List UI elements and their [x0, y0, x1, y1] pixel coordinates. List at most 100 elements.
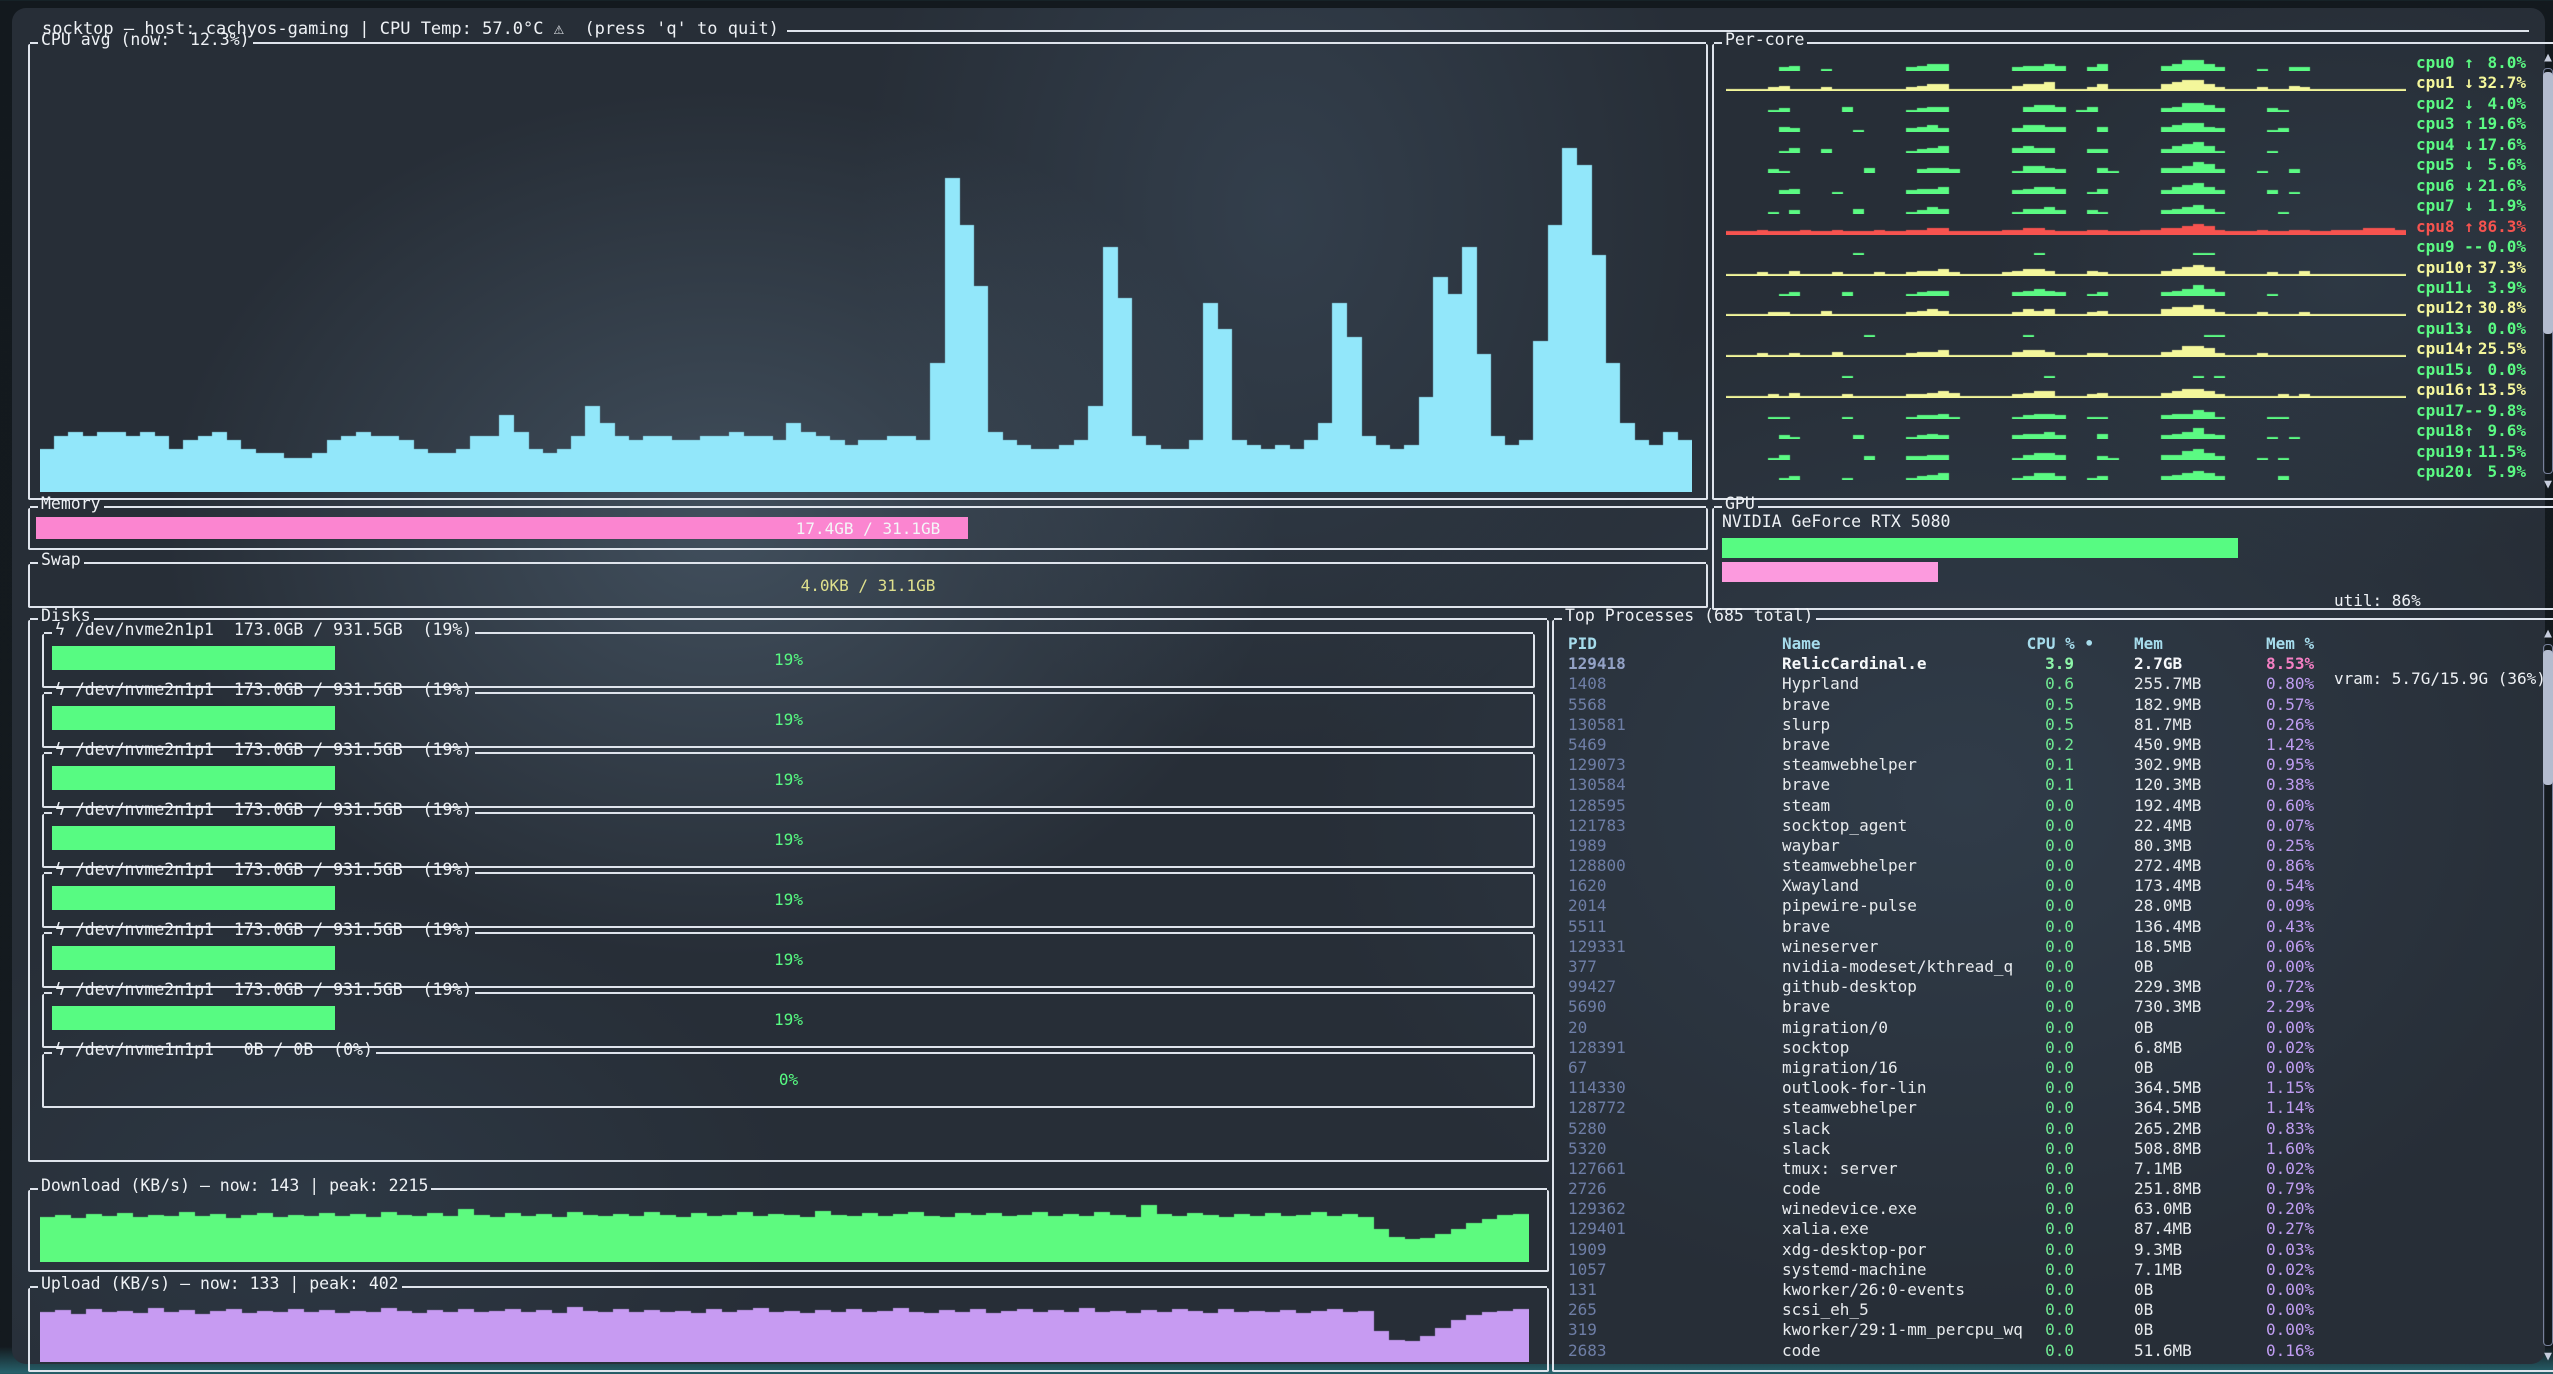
process-row[interactable]: 5469 brave 0.2 450.9MB 1.42%	[1554, 735, 2535, 755]
process-name: steamwebhelper	[1782, 1098, 1917, 1118]
per-core-row: cpu15↓ 0.0%	[1726, 359, 2526, 379]
header-pid[interactable]: PID	[1568, 634, 1678, 654]
process-row[interactable]: 5280 slack 0.0 265.2MB 0.83%	[1554, 1119, 2535, 1139]
per-core-scrollbar[interactable]: ▲ ▼	[2541, 50, 2553, 492]
per-core-row: cpu4 ↓ 17.6%	[1726, 134, 2526, 154]
process-row[interactable]: 265 scsi_eh_5 0.0 0B 0.00%	[1554, 1300, 2535, 1320]
disk-item: ϟ /dev/nvme2n1p1 173.0GB / 931.5GB (19%)…	[42, 694, 1535, 748]
process-cpu: 0.0	[1954, 1240, 2094, 1260]
scrollbar-thumb[interactable]	[2543, 650, 2553, 785]
process-row[interactable]: 128800 steamwebhelper 0.0 272.4MB 0.86%	[1554, 856, 2535, 876]
process-mem: 364.5MB	[2134, 1078, 2201, 1098]
process-name: slack	[1782, 1139, 1830, 1159]
process-row[interactable]: 114330 outlook-for-lin 0.0 364.5MB 1.15%	[1554, 1078, 2535, 1098]
process-mem: 229.3MB	[2134, 977, 2201, 997]
header-memp[interactable]: Mem %	[2266, 634, 2314, 654]
header-mem[interactable]: Mem	[2134, 634, 2163, 654]
process-memp: 0.54%	[2266, 876, 2314, 896]
core-spark-chart	[1726, 218, 2406, 235]
process-pid: 5320	[1568, 1139, 1678, 1159]
process-memp: 0.00%	[2266, 1018, 2314, 1038]
scrollbar-thumb[interactable]	[2543, 72, 2553, 334]
process-row[interactable]: 67 migration/16 0.0 0B 0.00%	[1554, 1058, 2535, 1078]
process-cpu: 0.0	[1954, 856, 2094, 876]
process-row[interactable]: 131 kworker/26:0-events 0.0 0B 0.00%	[1554, 1280, 2535, 1300]
disks-panel: Disks ϟ /dev/nvme2n1p1 173.0GB / 931.5GB…	[28, 620, 1549, 1162]
disk-item: ϟ /dev/nvme2n1p1 173.0GB / 931.5GB (19%)…	[42, 994, 1535, 1048]
process-row[interactable]: 319 kworker/29:1-mm_percpu_wq 0.0 0B 0.0…	[1554, 1320, 2535, 1340]
process-memp: 0.86%	[2266, 856, 2314, 876]
process-row[interactable]: 129401 xalia.exe 0.0 87.4MB 0.27%	[1554, 1219, 2535, 1239]
process-row[interactable]: 2683 code 0.0 51.6MB 0.16%	[1554, 1341, 2535, 1361]
process-mem: 0B	[2134, 1320, 2153, 1340]
disk-item: ϟ /dev/nvme1n1p1 0B / 0B (0%) 0%	[42, 1054, 1535, 1108]
process-row[interactable]: 5320 slack 0.0 508.8MB 1.60%	[1554, 1139, 2535, 1159]
process-row[interactable]: 130581 slurp 0.5 81.7MB 0.26%	[1554, 715, 2535, 735]
upload-title: Upload (KB/s) — now: 133 | peak: 402	[38, 1280, 402, 1293]
process-cpu: 3.9	[1954, 654, 2094, 674]
process-row[interactable]: 128391 socktop 0.0 6.8MB 0.02%	[1554, 1038, 2535, 1058]
header-name[interactable]: Name	[1782, 634, 1821, 654]
process-row[interactable]: 5511 brave 0.0 136.4MB 0.43%	[1554, 917, 2535, 937]
process-row[interactable]: 20 migration/0 0.0 0B 0.00%	[1554, 1018, 2535, 1038]
process-row[interactable]: 1057 systemd-machine 0.0 7.1MB 0.02%	[1554, 1260, 2535, 1280]
process-row[interactable]: 129073 steamwebhelper 0.1 302.9MB 0.95%	[1554, 755, 2535, 775]
core-percent: 32.7%	[2464, 73, 2526, 92]
scroll-up-icon[interactable]: ▲	[2541, 626, 2553, 641]
core-spark-chart	[1726, 463, 2406, 480]
disk-title: /dev/nvme2n1p1 173.0GB / 931.5GB (19%)	[75, 620, 472, 639]
process-row[interactable]: 130584 brave 0.1 120.3MB 0.38%	[1554, 775, 2535, 795]
disk-usage-label: 0%	[44, 1070, 1533, 1089]
scroll-up-icon[interactable]: ▲	[2541, 50, 2553, 65]
gpu-util-fill	[1722, 538, 2238, 558]
process-rows: 129418 RelicCardinal.e 3.9 2.7GB 8.53% 1…	[1554, 654, 2535, 1361]
core-spark-chart	[1726, 197, 2406, 214]
process-scrollbar[interactable]: ▲ ▼	[2541, 626, 2553, 1364]
process-pid: 67	[1568, 1058, 1678, 1078]
process-header-row: PID Name CPU % • Mem Mem %	[1554, 634, 2535, 654]
core-spark-chart	[1726, 259, 2406, 276]
process-memp: 0.57%	[2266, 695, 2314, 715]
process-cpu: 0.1	[1954, 775, 2094, 795]
process-cpu: 0.0	[1954, 836, 2094, 856]
process-row[interactable]: 1620 Xwayland 0.0 173.4MB 0.54%	[1554, 876, 2535, 896]
header-cpu[interactable]: CPU % •	[1954, 634, 2094, 654]
process-row[interactable]: 129362 winedevice.exe 0.0 63.0MB 0.20%	[1554, 1199, 2535, 1219]
scroll-down-icon[interactable]: ▼	[2541, 1349, 2553, 1364]
process-pid: 114330	[1568, 1078, 1678, 1098]
process-mem: 255.7MB	[2134, 674, 2201, 694]
process-row[interactable]: 2014 pipewire-pulse 0.0 28.0MB 0.09%	[1554, 896, 2535, 916]
process-cpu: 0.0	[1954, 1199, 2094, 1219]
process-name: steam	[1782, 796, 1830, 816]
swap-panel: Swap 4.0KB / 31.1GB	[28, 564, 1708, 608]
process-row[interactable]: 121783 socktop_agent 0.0 22.4MB 0.07%	[1554, 816, 2535, 836]
disk-item: ϟ /dev/nvme2n1p1 173.0GB / 931.5GB (19%)…	[42, 634, 1535, 688]
process-row[interactable]: 128595 steam 0.0 192.4MB 0.60%	[1554, 796, 2535, 816]
process-row[interactable]: 129331 wineserver 0.0 18.5MB 0.06%	[1554, 937, 2535, 957]
process-row[interactable]: 127661 tmux: server 0.0 7.1MB 0.02%	[1554, 1159, 2535, 1179]
process-row[interactable]: 1909 xdg-desktop-por 0.0 9.3MB 0.03%	[1554, 1240, 2535, 1260]
process-name: pipewire-pulse	[1782, 896, 1917, 916]
process-row[interactable]: 2726 code 0.0 251.8MB 0.79%	[1554, 1179, 2535, 1199]
process-row[interactable]: 5690 brave 0.0 730.3MB 2.29%	[1554, 997, 2535, 1017]
process-row[interactable]: 99427 github-desktop 0.0 229.3MB 0.72%	[1554, 977, 2535, 997]
scroll-down-icon[interactable]: ▼	[2541, 477, 2553, 492]
core-spark-chart	[1726, 361, 2406, 378]
core-spark-chart	[1726, 299, 2406, 316]
process-cpu: 0.0	[1954, 1300, 2094, 1320]
core-percent: 0.0%	[2464, 319, 2526, 338]
process-name: github-desktop	[1782, 977, 1917, 997]
core-spark-chart	[1726, 95, 2406, 112]
process-row[interactable]: 1989 waybar 0.0 80.3MB 0.25%	[1554, 836, 2535, 856]
process-name: brave	[1782, 917, 1830, 937]
disk-usage-label: 19%	[44, 950, 1533, 969]
process-row[interactable]: 129418 RelicCardinal.e 3.9 2.7GB 8.53%	[1554, 654, 2535, 674]
process-row[interactable]: 377 nvidia-modeset/kthread_q 0.0 0B 0.00…	[1554, 957, 2535, 977]
process-pid: 128595	[1568, 796, 1678, 816]
process-row[interactable]: 1408 Hyprland 0.6 255.7MB 0.80%	[1554, 674, 2535, 694]
process-row[interactable]: 128772 steamwebhelper 0.0 364.5MB 1.14%	[1554, 1098, 2535, 1118]
core-percent: 25.5%	[2464, 339, 2526, 358]
process-row[interactable]: 5568 brave 0.5 182.9MB 0.57%	[1554, 695, 2535, 715]
core-spark-chart	[1726, 177, 2406, 194]
process-name: winedevice.exe	[1782, 1199, 1917, 1219]
